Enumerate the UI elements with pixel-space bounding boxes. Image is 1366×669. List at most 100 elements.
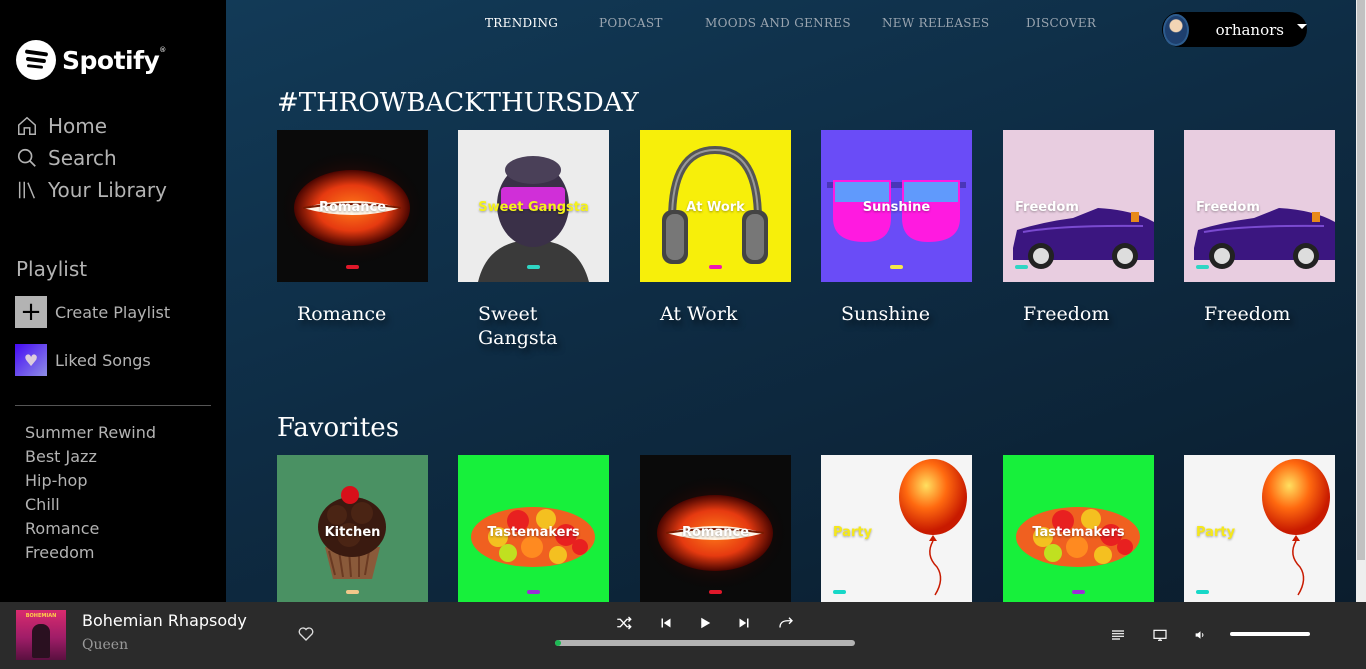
playlist-card[interactable]: Freedom Freedom: [1184, 130, 1335, 325]
scrollbar[interactable]: [1356, 0, 1366, 602]
caret-down-icon: [1297, 24, 1307, 29]
playlist-title[interactable]: Sweet Gangsta: [478, 302, 598, 350]
progress-fill: [555, 640, 561, 646]
cover-accent: [1196, 590, 1209, 594]
playlist-item[interactable]: Romance: [25, 518, 156, 542]
playlist-title[interactable]: Freedom: [1023, 302, 1143, 326]
progress-bar[interactable]: [555, 640, 855, 646]
search-icon: [17, 148, 36, 167]
cover-label: Tastemakers: [487, 525, 580, 540]
playlist-cover[interactable]: Romance: [640, 455, 791, 602]
playlist-card[interactable]: Freedom Freedom: [1003, 130, 1154, 325]
tab-discover[interactable]: DISCOVER: [1026, 16, 1096, 30]
now-playing-artist[interactable]: Queen: [82, 637, 128, 653]
heart-icon[interactable]: [297, 625, 315, 643]
spotify-logo-icon: [16, 40, 56, 80]
playlist-card[interactable]: Tastemakers: [1003, 455, 1154, 602]
cover-accent: [1015, 265, 1028, 269]
playlist-item[interactable]: Hip-hop: [25, 470, 156, 494]
cover-label: Romance: [681, 525, 750, 540]
home-icon: [18, 116, 36, 135]
playlist-card[interactable]: At Work At Work: [640, 130, 791, 325]
liked-songs-button[interactable]: ♥ Liked Songs: [15, 344, 151, 376]
playlist-card[interactable]: Kitchen: [277, 455, 428, 602]
playlist-cover[interactable]: Sweet Gangsta: [458, 130, 609, 282]
main-nav: Home Search Your Library: [16, 110, 167, 206]
now-playing-title[interactable]: Bohemian Rhapsody: [82, 611, 247, 630]
playlist-list: Summer Rewind Best Jazz Hip-hop Chill Ro…: [25, 422, 156, 566]
playlist-cover[interactable]: Freedom: [1184, 130, 1335, 282]
playlist-section-title: Playlist: [16, 257, 88, 281]
playlist-cover[interactable]: Romance: [277, 130, 428, 282]
volume-icon[interactable]: [1194, 627, 1207, 643]
playlist-item[interactable]: Summer Rewind: [25, 422, 156, 446]
previous-icon[interactable]: [657, 614, 675, 632]
user-menu[interactable]: orhanors: [1162, 12, 1307, 47]
cover-label: At Work: [686, 200, 745, 215]
player-bar: BOHEMIAN Bohemian Rhapsody Queen: [0, 602, 1366, 669]
tab-new-releases[interactable]: NEW RELEASES: [882, 16, 989, 30]
playlist-card[interactable]: Tastemakers: [458, 455, 609, 602]
cover-label: Sweet Gangsta: [478, 200, 589, 215]
devices-icon[interactable]: [1151, 627, 1169, 643]
main-content: TRENDING PODCAST MOODS AND GENRES NEW RE…: [226, 0, 1356, 602]
cover-accent: [346, 265, 359, 269]
playlist-item[interactable]: Freedom: [25, 542, 156, 566]
nav-item-library[interactable]: Your Library: [16, 174, 167, 206]
cover-accent: [527, 590, 540, 594]
cover-label: Sunshine: [862, 200, 931, 215]
playlist-cover[interactable]: Party: [1184, 455, 1335, 602]
scrollbar-thumb[interactable]: [1357, 0, 1365, 560]
cover-accent: [346, 590, 359, 594]
tab-podcast[interactable]: PODCAST: [599, 16, 663, 30]
playlist-title[interactable]: At Work: [660, 302, 780, 326]
playlist-cover[interactable]: Sunshine: [821, 130, 972, 282]
playlist-title[interactable]: Freedom: [1204, 302, 1324, 326]
spotify-logo[interactable]: Spotify®: [16, 40, 166, 80]
play-icon[interactable]: [696, 614, 714, 632]
cover-accent: [1072, 590, 1085, 594]
next-icon[interactable]: [735, 614, 753, 632]
cover-accent: [709, 265, 722, 269]
shuffle-icon[interactable]: [615, 614, 633, 632]
nav-item-home[interactable]: Home: [16, 110, 167, 142]
playlist-card[interactable]: Party: [1184, 455, 1335, 602]
playlist-cover[interactable]: At Work: [640, 130, 791, 282]
cover-label: Romance: [318, 200, 387, 215]
section-title-favorites: Favorites: [277, 413, 400, 443]
cover-label: Party: [833, 525, 873, 540]
nav-item-search[interactable]: Search: [16, 142, 167, 174]
playlist-cover[interactable]: Party: [821, 455, 972, 602]
playlist-card[interactable]: Sweet Gangsta Sweet Gangsta: [458, 130, 609, 349]
liked-songs-label: Liked Songs: [55, 350, 151, 370]
playlist-cover[interactable]: Tastemakers: [458, 455, 609, 602]
playlist-card[interactable]: Romance Romance: [277, 130, 428, 325]
playlist-title[interactable]: Romance: [297, 302, 417, 326]
cover-accent: [709, 590, 722, 594]
username: orhanors: [1215, 20, 1284, 39]
sidebar: Spotify® Home Search Your Library Playli…: [0, 0, 226, 602]
cover-label: Freedom: [1015, 200, 1079, 215]
cover-label: Kitchen: [324, 525, 381, 540]
volume-slider[interactable]: [1230, 632, 1310, 636]
playlist-cover[interactable]: Kitchen: [277, 455, 428, 602]
repeat-icon[interactable]: [777, 614, 795, 632]
queue-icon[interactable]: [1110, 627, 1126, 643]
playlist-item[interactable]: Best Jazz: [25, 446, 156, 470]
tab-trending[interactable]: TRENDING: [485, 16, 558, 30]
tab-moods-and-genres[interactable]: MOODS AND GENRES: [705, 16, 851, 30]
playlist-cover[interactable]: Tastemakers: [1003, 455, 1154, 602]
playlist-card[interactable]: Romance: [640, 455, 791, 602]
cover-label: Tastemakers: [1032, 525, 1125, 540]
playlist-card[interactable]: Party: [821, 455, 972, 602]
now-playing-cover[interactable]: BOHEMIAN: [16, 610, 66, 660]
create-playlist-label: Create Playlist: [55, 302, 171, 322]
playlist-title[interactable]: Sunshine: [841, 302, 961, 326]
playlist-item[interactable]: Chill: [25, 494, 156, 518]
plus-icon: +: [15, 296, 47, 328]
playlist-cover[interactable]: Freedom: [1003, 130, 1154, 282]
create-playlist-button[interactable]: + Create Playlist: [15, 296, 170, 328]
playlist-card[interactable]: Sunshine Sunshine: [821, 130, 972, 325]
section-title-throwback: #THROWBACKTHURSDAY: [277, 88, 639, 118]
cover-label: Party: [1196, 525, 1236, 540]
